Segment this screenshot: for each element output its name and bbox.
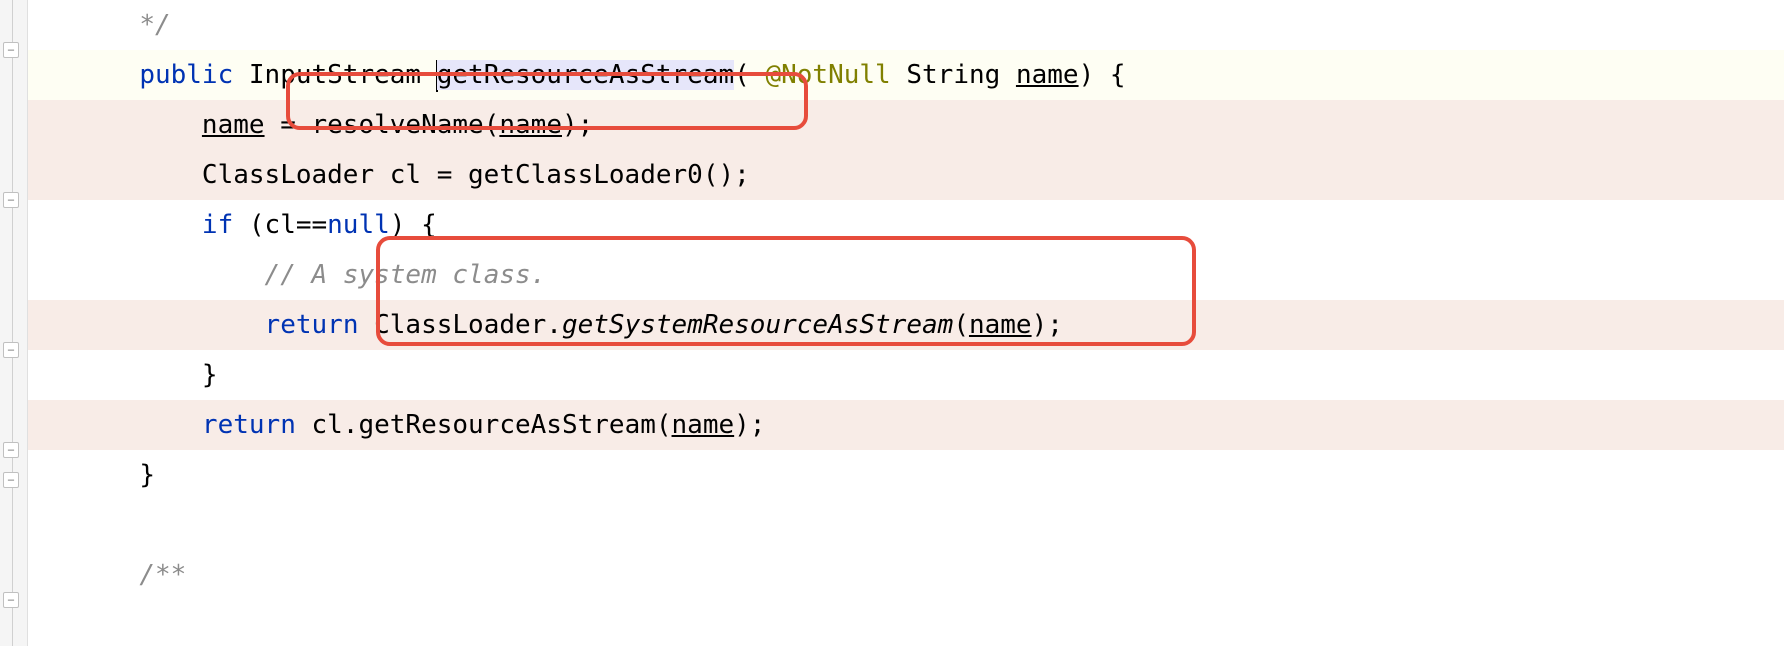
keyword-if: if xyxy=(202,210,233,240)
code-line[interactable]: // A system class. xyxy=(28,250,1784,300)
code-editor[interactable]: */ public InputStream getResourceAsStrea… xyxy=(28,0,1784,646)
code-line[interactable]: /** xyxy=(28,550,1784,600)
javadoc-open: /** xyxy=(139,560,186,590)
code-line-method-signature[interactable]: public InputStream getResourceAsStream( … xyxy=(28,50,1784,100)
keyword-null: null xyxy=(327,210,390,240)
comment-text: // A system class. xyxy=(265,260,547,290)
comment-close: */ xyxy=(139,10,170,40)
method-name: getResourceAsStream xyxy=(437,60,734,90)
return-type: InputStream xyxy=(249,60,421,90)
fold-marker-icon[interactable] xyxy=(3,472,19,488)
close-text: ); xyxy=(562,110,593,140)
close-text: ); xyxy=(1032,310,1063,340)
call-text: cl.getResourceAsStream( xyxy=(296,410,672,440)
close-text: ); xyxy=(734,410,765,440)
code-line[interactable]: if (cl==null) { xyxy=(28,200,1784,250)
assign-text: = resolveName( xyxy=(265,110,500,140)
fold-marker-icon[interactable] xyxy=(3,592,19,608)
paren-open: ( xyxy=(953,310,969,340)
code-line[interactable]: return cl.getResourceAsStream(name); xyxy=(28,400,1784,450)
code-line[interactable]: name = resolveName(name); xyxy=(28,100,1784,150)
keyword-return: return xyxy=(202,410,296,440)
code-line[interactable]: return ClassLoader.getSystemResourceAsSt… xyxy=(28,300,1784,350)
paren-open: ( xyxy=(734,60,765,90)
class-ref: ClassLoader. xyxy=(358,310,562,340)
cond-close: ) { xyxy=(390,210,437,240)
keyword-return: return xyxy=(265,310,359,340)
gutter-indent-line xyxy=(12,0,13,646)
fold-marker-icon[interactable] xyxy=(3,192,19,208)
code-line[interactable]: } xyxy=(28,450,1784,500)
cond-open: (cl== xyxy=(233,210,327,240)
var-name: name xyxy=(202,110,265,140)
brace-close: } xyxy=(139,460,155,490)
code-line[interactable]: */ xyxy=(28,0,1784,50)
statement-text: ClassLoader cl = getClassLoader0(); xyxy=(202,160,750,190)
arg-name: name xyxy=(672,410,735,440)
editor-gutter xyxy=(0,0,28,646)
static-method-call: getSystemResourceAsStream xyxy=(562,310,953,340)
code-line[interactable]: } xyxy=(28,350,1784,400)
code-line[interactable]: ClassLoader cl = getClassLoader0(); xyxy=(28,150,1784,200)
param-type: String xyxy=(906,60,1000,90)
brace-close: } xyxy=(202,360,218,390)
signature-close: ) { xyxy=(1079,60,1126,90)
fold-marker-icon[interactable] xyxy=(3,342,19,358)
keyword-public: public xyxy=(139,60,233,90)
arg-name: name xyxy=(499,110,562,140)
fold-marker-icon[interactable] xyxy=(3,442,19,458)
arg-name: name xyxy=(969,310,1032,340)
fold-marker-icon[interactable] xyxy=(3,42,19,58)
code-line-blank[interactable] xyxy=(28,500,1784,550)
annotation-notnull: @NotNull xyxy=(765,60,890,90)
param-name: name xyxy=(1016,60,1079,90)
